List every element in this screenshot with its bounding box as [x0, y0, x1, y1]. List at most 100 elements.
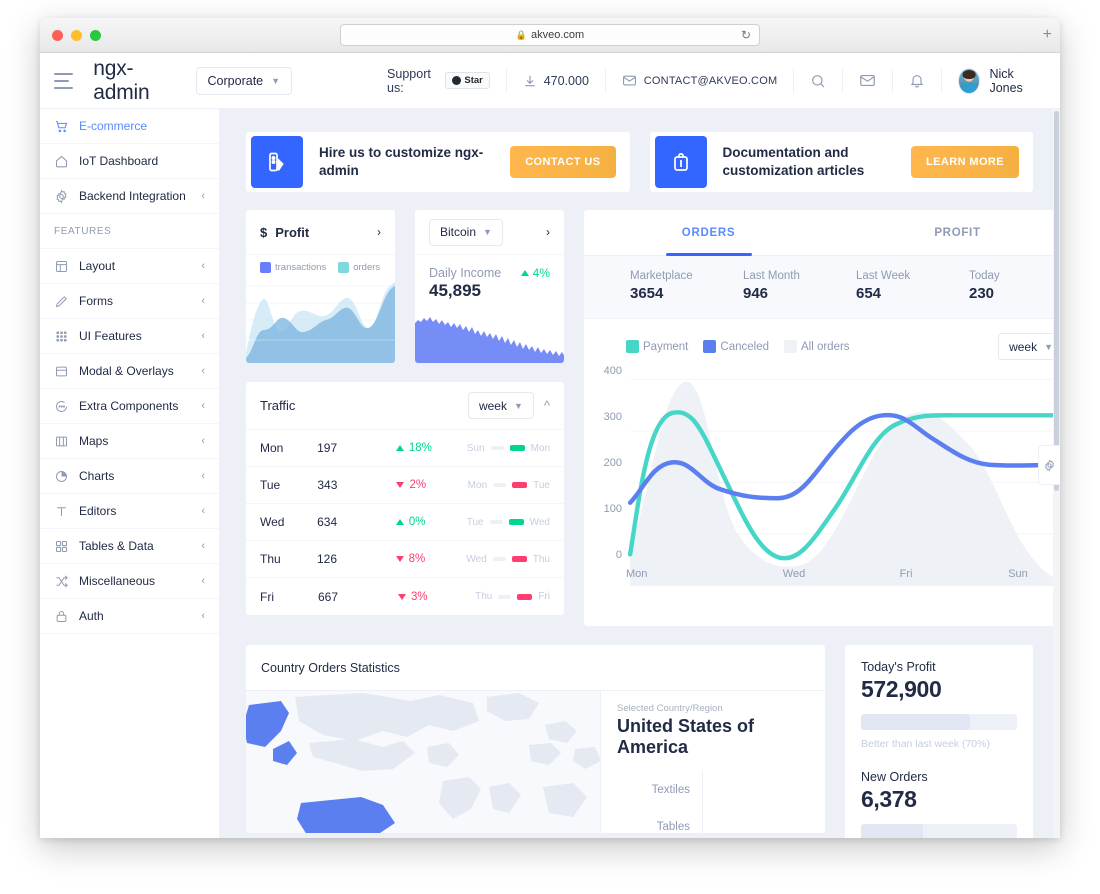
- sidebar-item-charts[interactable]: Charts ‹: [40, 459, 219, 494]
- spark-to: Tue: [533, 479, 550, 491]
- country-card-title: Country Orders Statistics: [261, 660, 400, 675]
- chevron-right-icon[interactable]: ›: [546, 225, 550, 239]
- table-row[interactable]: Thu 126 8% Wed Thu: [246, 541, 564, 578]
- user-menu[interactable]: Nick Jones: [957, 67, 1042, 95]
- reload-icon[interactable]: ↻: [741, 28, 751, 42]
- table-row[interactable]: Tue 343 2% Mon Tue: [246, 467, 564, 504]
- orders-period-select[interactable]: week ▼: [998, 333, 1060, 360]
- right-column: ORDERS PROFIT Marketplace 3654 Last Mont…: [583, 209, 1060, 627]
- sidebar-item-modal-overlays[interactable]: Modal & Overlays ‹: [40, 354, 219, 389]
- sidebar-item-ui-features[interactable]: UI Features ‹: [40, 319, 219, 354]
- sidebar-item-label: Auth: [79, 609, 104, 623]
- bell-icon[interactable]: [909, 73, 925, 89]
- scrollbar-thumb[interactable]: [1054, 111, 1059, 491]
- profit-card: $ Profit › transactions orders: [245, 209, 396, 364]
- sidebar-item-label: Maps: [79, 434, 109, 448]
- sidebar-item-label: Miscellaneous: [79, 574, 156, 588]
- tab-profit[interactable]: PROFIT: [833, 210, 1060, 255]
- traffic-period-select[interactable]: week ▼: [467, 392, 534, 419]
- shuffle-icon: [54, 574, 69, 589]
- y-tick: 0: [615, 549, 622, 561]
- sidebar-item-tables-data[interactable]: Tables & Data ‹: [40, 529, 219, 564]
- bitcoin-select[interactable]: Bitcoin ▼: [429, 218, 503, 246]
- theme-select[interactable]: Corporate ▼: [195, 66, 293, 95]
- todays-profit-value: 572,900: [861, 676, 942, 702]
- sidebar-item-editors[interactable]: Editors ‹: [40, 494, 219, 529]
- sidebar-item-auth[interactable]: Auth ‹: [40, 599, 219, 634]
- table-row[interactable]: Wed 634 0% Tue Wed: [246, 504, 564, 541]
- traffic-delta: 18%: [395, 442, 467, 454]
- close-window-button[interactable]: [52, 29, 63, 41]
- contact-link[interactable]: CONTACT@AKVEO.COM: [622, 73, 778, 88]
- window-controls[interactable]: [52, 29, 101, 41]
- chevron-down-icon: ▼: [483, 227, 492, 237]
- orders-chart-svg: [627, 378, 1060, 587]
- email-icon[interactable]: [859, 72, 876, 89]
- sidebar-item-forms[interactable]: Forms ‹: [40, 284, 219, 319]
- sidebar-item-e-commerce[interactable]: E-commerce: [40, 109, 219, 144]
- contact-email: CONTACT@AKVEO.COM: [643, 74, 778, 87]
- traffic-value: 126: [317, 552, 338, 566]
- country-card-side: Selected Country/Region United States of…: [600, 691, 825, 833]
- spark-bar-current: [509, 445, 525, 451]
- traffic-period-label: week: [478, 398, 507, 413]
- settings-toggle-tab[interactable]: [1038, 445, 1060, 485]
- sidebar-item-label: Tables & Data: [79, 539, 154, 553]
- minimize-window-button[interactable]: [71, 29, 82, 41]
- table-row[interactable]: Fri 667 3% Thu Fri: [246, 578, 564, 615]
- pie-chart-icon: [54, 469, 69, 484]
- table-row[interactable]: Mon 197 18% Sun Mon: [246, 430, 564, 467]
- spark-bar-prev: [492, 557, 506, 561]
- country-orders-card: Country Orders Statistics Selected Count…: [245, 644, 826, 834]
- sidebar-item-miscellaneous[interactable]: Miscellaneous ‹: [40, 564, 219, 599]
- legend-label: Canceled: [720, 340, 769, 353]
- spark-bar-current: [517, 593, 533, 600]
- contact-us-button[interactable]: CONTACT US: [510, 146, 616, 178]
- legend-swatch: [260, 262, 271, 273]
- sidebar-item-iot-dashboard[interactable]: IoT Dashboard: [40, 144, 219, 179]
- sidebar-item-extra-components[interactable]: Extra Components ‹: [40, 389, 219, 424]
- hamburger-icon[interactable]: [54, 72, 74, 89]
- cart-icon: [54, 119, 69, 134]
- theme-select-label: Corporate: [207, 73, 264, 88]
- legend-all-orders: All orders: [783, 340, 850, 353]
- chevron-left-icon: ‹: [201, 295, 205, 307]
- legend-label: orders: [353, 262, 381, 273]
- x-tick: Sun: [1008, 568, 1028, 580]
- sidebar-item-backend-integration[interactable]: Backend Integration ‹: [40, 179, 219, 214]
- new-tab-button[interactable]: +: [1043, 27, 1052, 43]
- learn-more-button[interactable]: LEARN MORE: [911, 146, 1019, 178]
- bitcoin-card: Bitcoin ▼ › Daily Income 4% 45,895: [414, 209, 565, 364]
- chevron-up-icon[interactable]: ^: [544, 398, 550, 413]
- orders-chart-legend: Payment Canceled All orders week ▼: [584, 319, 1060, 360]
- chevron-right-icon[interactable]: ›: [377, 225, 381, 239]
- sidebar-item-maps[interactable]: Maps ‹: [40, 424, 219, 459]
- world-map[interactable]: [246, 691, 600, 833]
- new-orders-value: 6,378: [861, 786, 917, 812]
- lock-icon: [54, 609, 69, 624]
- search-icon[interactable]: [810, 73, 826, 89]
- kpi-label: Marketplace: [630, 270, 693, 282]
- todays-profit-progress: [861, 714, 1017, 730]
- triangle-up-icon: [395, 519, 404, 525]
- support-block: Support us: Star: [387, 67, 490, 95]
- sidebar-item-label: UI Features: [79, 329, 142, 343]
- kpi-value: 946: [743, 285, 769, 302]
- sidebar-item-layout[interactable]: Layout ‹: [40, 249, 219, 284]
- tab-orders[interactable]: ORDERS: [584, 210, 833, 255]
- bitcoin-card-header: Bitcoin ▼ ›: [415, 210, 564, 255]
- maximize-window-button[interactable]: [90, 29, 101, 41]
- spark-from: Sun: [466, 442, 485, 454]
- daily-income-row: Daily Income 4%: [429, 266, 550, 280]
- divider: [505, 68, 507, 93]
- traffic-sparkline: Sun Mon: [467, 443, 550, 454]
- x-tick: Mon: [626, 568, 648, 580]
- spark-bar-prev: [498, 594, 512, 599]
- kpi-last-week: Last Week 654: [856, 270, 969, 302]
- traffic-delta: 2%: [396, 479, 467, 491]
- address-bar[interactable]: 🔒 akveo.com ↻: [340, 24, 760, 46]
- app-brand[interactable]: ngx-admin: [93, 57, 177, 105]
- github-icon: [452, 76, 462, 85]
- github-star-button[interactable]: Star: [445, 72, 490, 89]
- legend-swatch: [626, 340, 639, 353]
